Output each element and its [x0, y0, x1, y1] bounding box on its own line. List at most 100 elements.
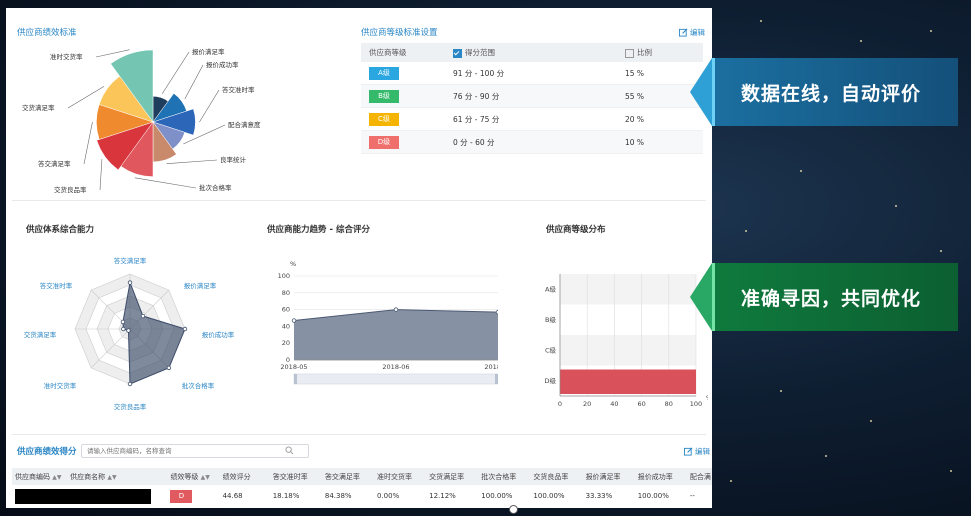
- radar-axis-label: 答交准时率: [40, 281, 73, 290]
- edit-icon: [679, 28, 688, 37]
- radar-point: [126, 328, 131, 333]
- rose-label: 准时交货率: [50, 52, 83, 61]
- edit-icon: [684, 447, 693, 456]
- zoom-slider-track: [293, 373, 498, 385]
- scrollbar-handle[interactable]: [509, 505, 518, 514]
- y-tick-label: 60: [282, 306, 290, 314]
- header-range[interactable]: 得分范围: [445, 43, 617, 62]
- radar-axis-label: 报价满足率: [184, 281, 217, 290]
- radar-point: [140, 313, 146, 319]
- performance-title: 供应商绩效得分: [17, 447, 77, 457]
- rose-label: 批次合格率: [199, 183, 232, 192]
- column-header: 配合满: [686, 468, 712, 485]
- banner-data-online: 数据在线，自动评价: [690, 58, 958, 126]
- edit-label: 编辑: [690, 28, 705, 37]
- grade-distribution-chart: A级 B级 C级 D级 0 20 40 60 80 100%: [544, 274, 708, 408]
- ratio-checkbox[interactable]: [625, 48, 634, 58]
- zoom-slider-handle-right: [495, 374, 498, 384]
- y-tick-label: 80: [282, 289, 290, 297]
- grade-badge: D: [170, 489, 193, 503]
- grade-settings-table: 供应商等级 得分范围 比例 A级 91 分 - 100 分 15 % B级 76 分 -…: [361, 43, 703, 154]
- capability-radar-chart: 答交满足率报价满足率报价成功率批次合格率交货良品率 准时交货率 交货满足率 答交准时率: [24, 256, 235, 411]
- band: [560, 335, 696, 366]
- band: [560, 274, 696, 305]
- sort-icon: ▲▼: [107, 473, 117, 481]
- range-cell: 0 分 - 60 分: [445, 130, 617, 154]
- x-tick-label: 100: [690, 400, 702, 408]
- edit-label: 编辑: [695, 447, 710, 456]
- metric-cell: 18.18%: [272, 492, 300, 500]
- banner-text: 数据在线，自动评价: [712, 58, 958, 126]
- y-tick-label: 20: [282, 339, 290, 347]
- search-icon[interactable]: [285, 446, 294, 455]
- column-header: 报价成功率: [634, 468, 687, 485]
- table-row: C级 61 分 - 75 分 20 %: [361, 107, 703, 131]
- metric-cell: 12.12%: [429, 492, 456, 500]
- metric-cell: 100.00%: [533, 492, 565, 500]
- leader-line: [134, 177, 197, 189]
- bar: [560, 369, 696, 394]
- y-category-label: C级: [545, 345, 557, 354]
- y-category-label: A级: [545, 284, 556, 293]
- column-header: 交货良品率: [530, 468, 583, 485]
- column-header[interactable]: 供应商编码 ▲▼: [12, 468, 68, 485]
- table-row[interactable]: D 44.68 18.18% 84.38% 0.00% 12.12% 100.0…: [12, 485, 712, 507]
- x-tick-label: 2018-07: [484, 363, 498, 371]
- leader-line: [161, 51, 190, 94]
- leader-line: [199, 89, 220, 123]
- y-category-label: B级: [545, 315, 556, 324]
- radar-axis-label: 准时交货率: [44, 381, 77, 390]
- performance-edit-button[interactable]: 编辑: [684, 446, 710, 457]
- rose-label: 配合满意度: [228, 120, 261, 129]
- column-header: 报价满足率: [582, 468, 635, 485]
- distribution-title: 供应商等级分布: [546, 225, 606, 235]
- radar-point: [121, 326, 126, 332]
- redacted-block: [15, 488, 151, 504]
- leader-line: [83, 121, 93, 165]
- leader-line: [166, 159, 218, 165]
- grade-badge: A级: [369, 66, 399, 80]
- range-cell: 61 分 - 75 分: [445, 107, 617, 131]
- radar-point: [127, 381, 133, 387]
- range-cell: 76 分 - 90 分: [445, 84, 617, 108]
- range-cell: 91 分 - 100 分: [445, 62, 617, 85]
- table-row: B级 76 分 - 90 分 55 %: [361, 84, 703, 108]
- section-divider-2: [12, 434, 706, 435]
- banner-text: 准确寻因，共同优化: [712, 263, 958, 331]
- metric-cell: 100.00%: [637, 492, 669, 500]
- radar-title: 供应体系综合能力: [26, 225, 95, 235]
- supplier-search-input[interactable]: [81, 444, 309, 458]
- x-tick-label: 60: [637, 400, 645, 408]
- column-header: 交货满足率: [426, 468, 479, 485]
- radar-axis-label: 交货良品率: [114, 402, 147, 411]
- rose-label: 良率统计: [220, 155, 247, 164]
- table-row: A级 91 分 - 100 分 15 %: [361, 62, 703, 85]
- grade-edit-button[interactable]: 编辑: [679, 27, 705, 38]
- x-tick-label: 20: [583, 400, 591, 408]
- supplier-redacted-cell: [12, 485, 167, 507]
- rose-label: 报价满足率: [192, 47, 225, 56]
- rose-label: 答交满足率: [38, 159, 71, 168]
- data-point: [495, 309, 498, 315]
- leader-line: [99, 159, 103, 191]
- metric-cell: 100.00%: [481, 492, 513, 500]
- grade-badge: D级: [369, 135, 399, 149]
- banner-arrow: [690, 58, 712, 126]
- table-row: D级 0 分 - 60 分 10 %: [361, 130, 703, 154]
- x-tick-label: 2018-05: [280, 363, 307, 371]
- y-tick-label: 40: [282, 322, 290, 330]
- radar-axis-label: 批次合格率: [182, 381, 215, 390]
- data-point: [393, 307, 399, 312]
- dashboard-panel: 供应商绩效标准 报价满足率 报价成功率 答交准时率 配合满意度 良率统计 批次合格率 交货良…: [6, 8, 712, 508]
- radar-point: [182, 326, 188, 332]
- metric-cell: --: [689, 492, 695, 500]
- column-header[interactable]: 供应商名称 ▲▼: [67, 468, 168, 485]
- section-divider: [12, 200, 706, 201]
- leader-line: [67, 86, 105, 109]
- rose-label: 答交准时率: [222, 85, 255, 94]
- performance-table: 供应商编码 ▲▼ 供应商名称 ▲▼ 绩效等级 ▲▼ 绩效评分 答交准时率 答交满足率 准时交…: [12, 468, 712, 507]
- column-header: 绩效评分: [219, 468, 270, 485]
- range-checkbox[interactable]: [453, 48, 462, 58]
- y-category-label: D级: [544, 376, 556, 385]
- radar-axis-label: 答交满足率: [114, 256, 147, 265]
